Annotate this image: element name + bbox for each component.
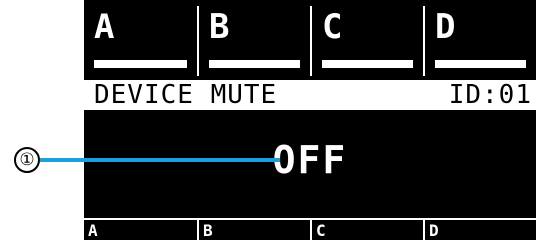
- bottom-channel-a-label: A: [88, 221, 98, 240]
- bottom-channel-d: D: [423, 218, 536, 240]
- channel-a-label: A: [94, 7, 115, 47]
- channel-b-level-bar: [209, 60, 300, 68]
- channel-c-label: C: [322, 7, 343, 47]
- bottom-channel-d-label: D: [429, 221, 439, 240]
- channel-d-tile: D: [423, 6, 536, 76]
- bottom-channel-b: B: [197, 218, 310, 240]
- lcd-screen: A B C D DEVICE MUTE ID:01 OFF A B C D: [84, 0, 536, 240]
- channel-c-tile: C: [310, 6, 423, 76]
- bottom-channel-row: A B C D: [84, 218, 536, 240]
- bottom-channel-c-label: C: [316, 221, 326, 240]
- channel-b-label: B: [209, 7, 230, 47]
- bottom-channel-b-label: B: [203, 221, 213, 240]
- channel-d-level-bar: [435, 60, 526, 68]
- bottom-channel-a: A: [84, 218, 197, 240]
- channel-d-label: D: [435, 7, 456, 47]
- bottom-channel-c: C: [310, 218, 423, 240]
- screen-title: DEVICE MUTE: [94, 80, 278, 110]
- screen-title-bar: DEVICE MUTE ID:01: [84, 80, 536, 110]
- channel-a-level-bar: [94, 60, 187, 68]
- callout-leader-line: [40, 158, 280, 162]
- callout-number: ①: [14, 147, 40, 173]
- channel-b-tile: B: [197, 6, 310, 76]
- channel-header: A B C D: [84, 6, 536, 76]
- channel-a-tile: A: [84, 6, 197, 76]
- device-id: ID:01: [448, 80, 532, 110]
- channel-c-level-bar: [322, 60, 413, 68]
